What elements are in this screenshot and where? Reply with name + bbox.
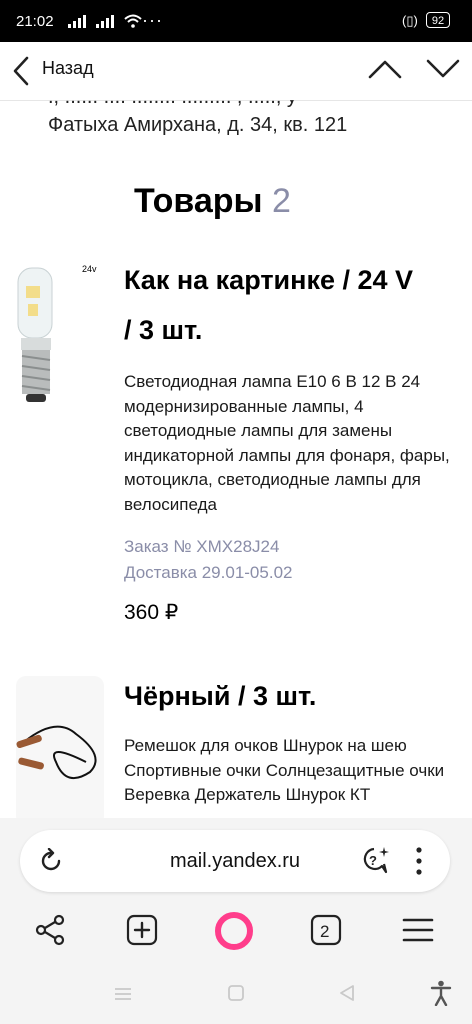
vibrate-icon: (▯) bbox=[402, 13, 418, 28]
status-time: 21:02 bbox=[16, 13, 54, 30]
battery-icon: 92 bbox=[426, 12, 450, 28]
product-title-cont[interactable]: / 3 шт. bbox=[124, 308, 202, 353]
chevron-up-icon[interactable] bbox=[368, 58, 402, 80]
product-title[interactable]: Как на картинке / 24 V bbox=[124, 258, 413, 303]
address-bar[interactable]: mail.yandex.ru ? bbox=[20, 830, 450, 892]
section-title-text: Товары bbox=[134, 182, 263, 220]
product-title[interactable]: Чёрный / 3 шт. bbox=[124, 674, 316, 719]
more-notifications-icon: ··· bbox=[142, 10, 163, 30]
more-menu-icon[interactable] bbox=[414, 846, 424, 876]
chevron-down-icon[interactable] bbox=[426, 58, 460, 80]
eyewear-strap-image bbox=[16, 725, 97, 780]
signal-icon bbox=[96, 14, 114, 28]
email-body: ., ...... .... ........ ......... , ....… bbox=[0, 100, 472, 820]
ai-chat-icon[interactable]: ? bbox=[360, 845, 390, 875]
wifi-icon bbox=[124, 14, 142, 28]
alice-assistant-icon[interactable] bbox=[215, 912, 253, 950]
delivery-dates: Доставка 29.01-05.02 bbox=[124, 563, 293, 582]
home-icon[interactable] bbox=[227, 984, 245, 1002]
svg-text:?: ? bbox=[369, 853, 377, 868]
battery-level: 92 bbox=[431, 15, 445, 27]
product-price: 360 ₽ bbox=[124, 601, 179, 624]
back-button[interactable]: Назад bbox=[42, 58, 94, 79]
mail-nav-bar: Назад bbox=[0, 42, 472, 101]
tabs-counter-icon[interactable]: 2 bbox=[310, 914, 342, 946]
recent-apps-icon[interactable] bbox=[114, 986, 132, 1002]
back-arrow-icon[interactable] bbox=[10, 55, 32, 87]
tabs-count: 2 bbox=[320, 922, 329, 941]
product-description: Светодиодная лампа E10 6 В 12 В 24 модер… bbox=[124, 372, 450, 514]
new-tab-icon[interactable] bbox=[126, 914, 158, 946]
thumb-label: 24v bbox=[82, 264, 97, 274]
signal-icons bbox=[68, 14, 142, 28]
address-cut-line: ., ...... .... ........ ......... , ....… bbox=[48, 100, 297, 109]
product-description: Ремешок для очков Шнурок на шею Спортивн… bbox=[124, 736, 445, 804]
section-title: Товары 2 bbox=[134, 182, 291, 221]
share-icon[interactable] bbox=[34, 914, 66, 946]
back-nav-icon[interactable] bbox=[338, 984, 356, 1002]
status-bar: 21:02 ··· (▯) 92 bbox=[0, 0, 472, 42]
hamburger-menu-icon[interactable] bbox=[402, 914, 434, 946]
items-count: 2 bbox=[272, 182, 291, 220]
delivery-address: Фатыха Амирхана, д. 34, кв. 121 bbox=[48, 114, 348, 136]
order-number: Заказ № XMX28J24 bbox=[124, 537, 280, 556]
product-image[interactable]: 24v bbox=[16, 264, 104, 414]
system-nav-bar bbox=[0, 974, 472, 1024]
browser-bottom-panel: mail.yandex.ru ? 2 bbox=[0, 818, 472, 1024]
signal-icon bbox=[68, 14, 86, 28]
accessibility-icon[interactable] bbox=[430, 980, 452, 1006]
product-image[interactable] bbox=[16, 676, 104, 820]
led-bulb-image: 24v bbox=[17, 264, 97, 402]
